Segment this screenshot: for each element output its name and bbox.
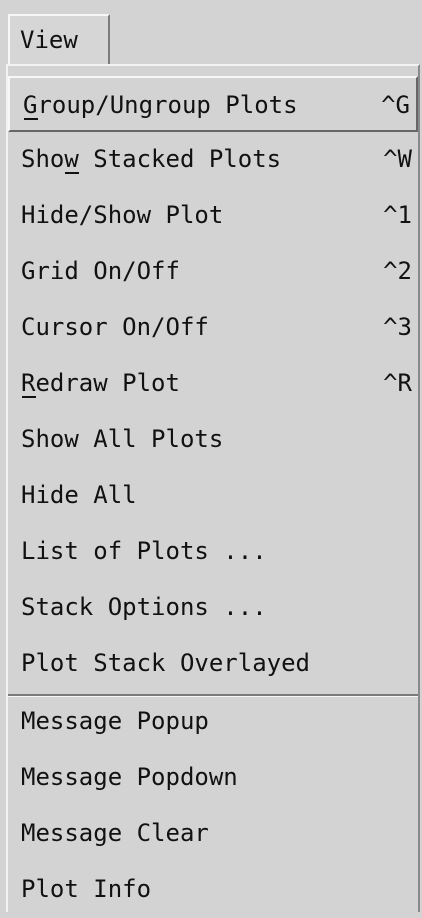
menu-item-accelerator: ^R (383, 369, 412, 397)
menu-item-label: Grid On/Off (21, 257, 180, 285)
menu-item-label: Redraw Plot (21, 369, 180, 397)
menu-item-label: Message Clear (21, 819, 209, 847)
menu-item-label: Hide All (21, 481, 137, 509)
menu-item-group-ungroup-plots[interactable]: Group/Ungroup Plots ^G (8, 76, 418, 132)
menu-item-message-clear[interactable]: Message Clear (8, 806, 418, 862)
menu-item-hide-show-plot[interactable]: Hide/Show Plot ^1 (8, 188, 418, 244)
menu-item-grid-on-off[interactable]: Grid On/Off ^2 (8, 244, 418, 300)
menu-item-plot-info[interactable]: Plot Info (8, 862, 418, 918)
menu-item-label: List of Plots ... (21, 537, 267, 565)
mnemonic-underline (22, 396, 36, 398)
menu-item-message-popdown[interactable]: Message Popdown (8, 750, 418, 806)
menu-item-label: Cursor On/Off (21, 313, 209, 341)
menu-item-plot-stack-overlayed[interactable]: Plot Stack Overlayed (8, 636, 418, 692)
menu-item-stack-options[interactable]: Stack Options ... (8, 580, 418, 636)
menu-item-label: Show All Plots (21, 425, 224, 453)
menu-item-label: Message Popup (21, 707, 209, 735)
menu-item-label: Stack Options ... (21, 593, 267, 621)
menu-item-show-stacked-plots[interactable]: Show Stacked Plots ^W (8, 132, 418, 188)
menu-item-hide-all[interactable]: Hide All (8, 468, 418, 524)
view-menu-label: View (20, 26, 78, 54)
menu-item-accelerator: ^W (383, 145, 412, 173)
menu-item-label: Show Stacked Plots (21, 145, 282, 173)
mnemonic-underline (24, 118, 38, 120)
menu-item-label: Group/Ungroup Plots (23, 91, 298, 119)
mnemonic-underline (65, 172, 79, 174)
menu-item-accelerator: ^G (381, 91, 410, 119)
menu-item-label: Message Popdown (21, 763, 238, 791)
menu-item-label: Plot Stack Overlayed (21, 649, 310, 677)
menu-item-label: Hide/Show Plot (21, 201, 224, 229)
view-dropdown-menu: Group/Ungroup Plots ^G Show Stacked Plot… (6, 64, 420, 912)
menu-item-message-popup[interactable]: Message Popup (8, 694, 418, 750)
view-menu-button[interactable]: View (8, 14, 110, 66)
menu-item-accelerator: ^1 (383, 201, 412, 229)
menu-item-cursor-on-off[interactable]: Cursor On/Off ^3 (8, 300, 418, 356)
menu-item-redraw-plot[interactable]: Redraw Plot ^R (8, 356, 418, 412)
menu-item-show-all-plots[interactable]: Show All Plots (8, 412, 418, 468)
menu-item-accelerator: ^2 (383, 257, 412, 285)
menu-item-label: Plot Info (21, 875, 152, 903)
menu-item-list-of-plots[interactable]: List of Plots ... (8, 524, 418, 580)
menu-item-accelerator: ^3 (383, 313, 412, 341)
